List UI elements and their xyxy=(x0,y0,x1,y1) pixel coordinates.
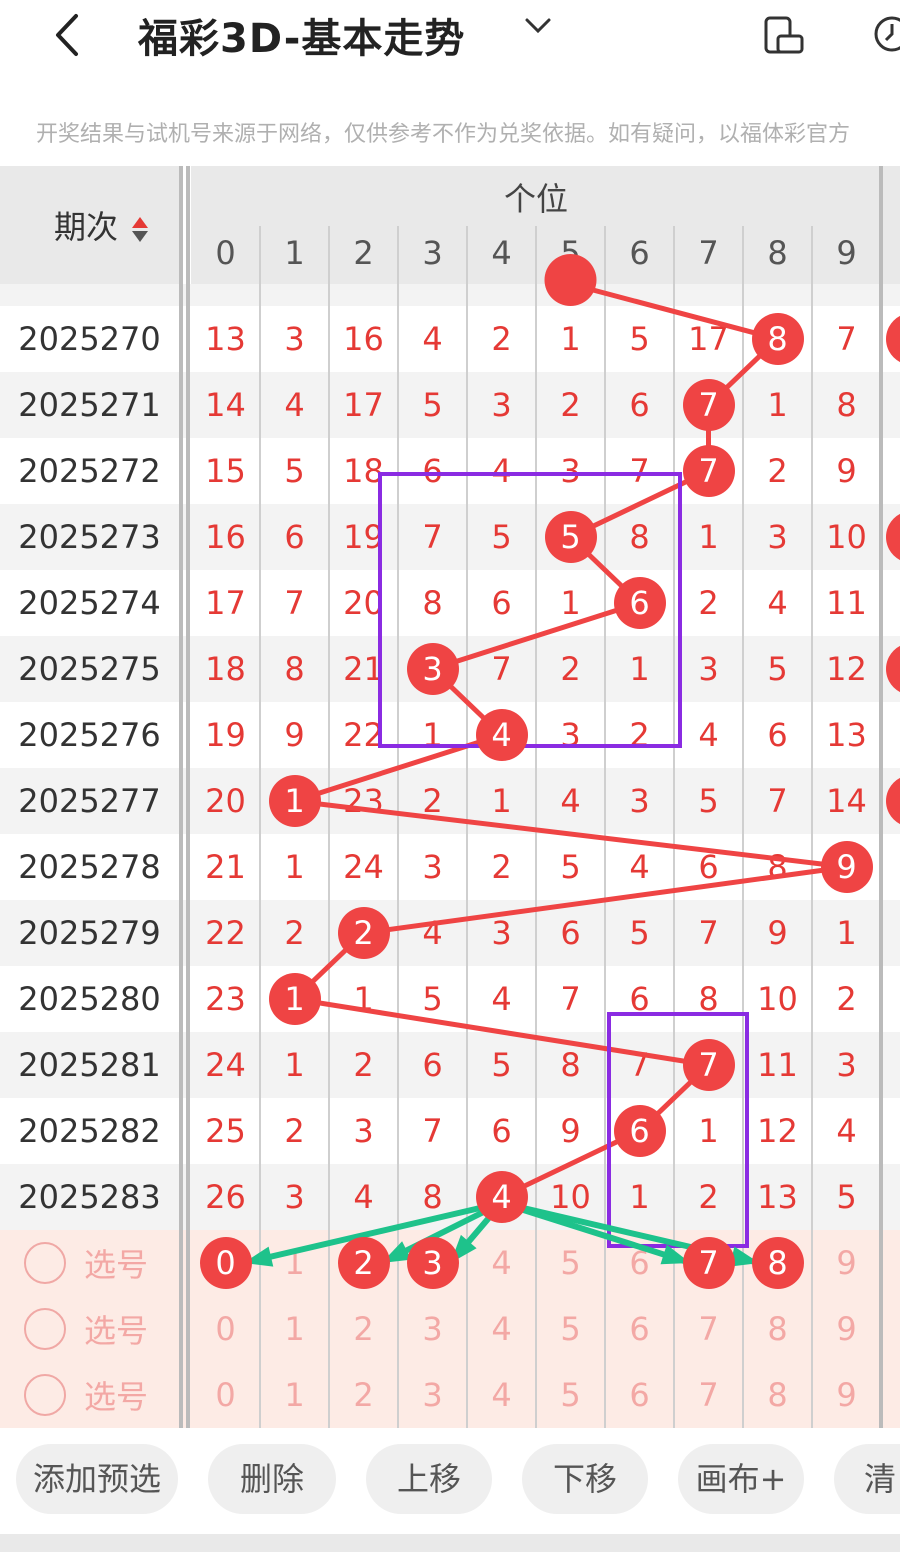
history-button[interactable] xyxy=(872,14,900,54)
selected-ball[interactable]: 0 xyxy=(199,1237,252,1289)
selected-ball[interactable]: 8 xyxy=(751,1237,804,1289)
hit-ball: 2 xyxy=(337,907,390,959)
delete-button[interactable]: 删除 xyxy=(208,1444,336,1514)
move-down-button[interactable]: 下移 xyxy=(522,1444,648,1514)
rotate-screen-button[interactable] xyxy=(762,14,804,54)
disclaimer-notice: 开奖结果与试机号来源于网络，仅供参考不作为兑奖依据。如有疑问，以福体彩官方 xyxy=(36,122,851,147)
footer-strip xyxy=(0,1534,900,1552)
back-button[interactable] xyxy=(48,12,88,56)
edge-ball xyxy=(886,315,900,363)
hit-ball: 7 xyxy=(682,445,735,497)
hit-ball: 4 xyxy=(475,709,528,761)
add-preselect-button[interactable]: 添加预选 xyxy=(16,1444,178,1514)
chevron-left-icon xyxy=(56,14,78,56)
trend-line xyxy=(289,281,847,1200)
hit-ball: 6 xyxy=(613,577,666,629)
hit-ball: 9 xyxy=(820,841,873,893)
title-dropdown[interactable] xyxy=(522,10,554,50)
selected-ball[interactable]: 3 xyxy=(406,1237,459,1289)
hit-ball: 3 xyxy=(406,643,459,695)
edge-ball xyxy=(886,513,900,561)
edge-ball xyxy=(886,645,900,693)
page-title[interactable]: 福彩3D-基本走势 xyxy=(138,6,465,64)
partial-ball xyxy=(544,254,597,306)
hit-ball: 6 xyxy=(613,1105,666,1157)
hit-ball: 5 xyxy=(544,511,597,563)
clear-button[interactable]: 清 xyxy=(834,1444,900,1514)
hit-ball: 7 xyxy=(682,379,735,431)
selected-ball[interactable]: 2 xyxy=(337,1237,390,1289)
top-bar: 福彩3D-基本走势 xyxy=(0,0,900,100)
hit-ball: 1 xyxy=(268,973,321,1025)
chevron-down-icon xyxy=(525,18,551,34)
trend-grid: 期次 个位 0123456789 2025270 13 3 16 4 2 1 5 17 7 2025… xyxy=(0,166,900,1428)
canvas-add-button[interactable]: 画布+ xyxy=(678,1444,804,1514)
hit-ball: 4 xyxy=(475,1171,528,1223)
bottom-toolbar: 添加预选 删除 上移 下移 画布+ 清 xyxy=(0,1428,900,1534)
phone-rotate-icon xyxy=(764,16,804,54)
selected-ball[interactable]: 7 xyxy=(682,1237,735,1289)
hit-ball: 1 xyxy=(268,775,321,827)
clock-icon xyxy=(874,16,900,52)
edge-ball xyxy=(886,777,900,825)
hit-ball: 8 xyxy=(751,313,804,365)
hit-ball: 7 xyxy=(682,1039,735,1091)
move-up-button[interactable]: 上移 xyxy=(366,1444,492,1514)
